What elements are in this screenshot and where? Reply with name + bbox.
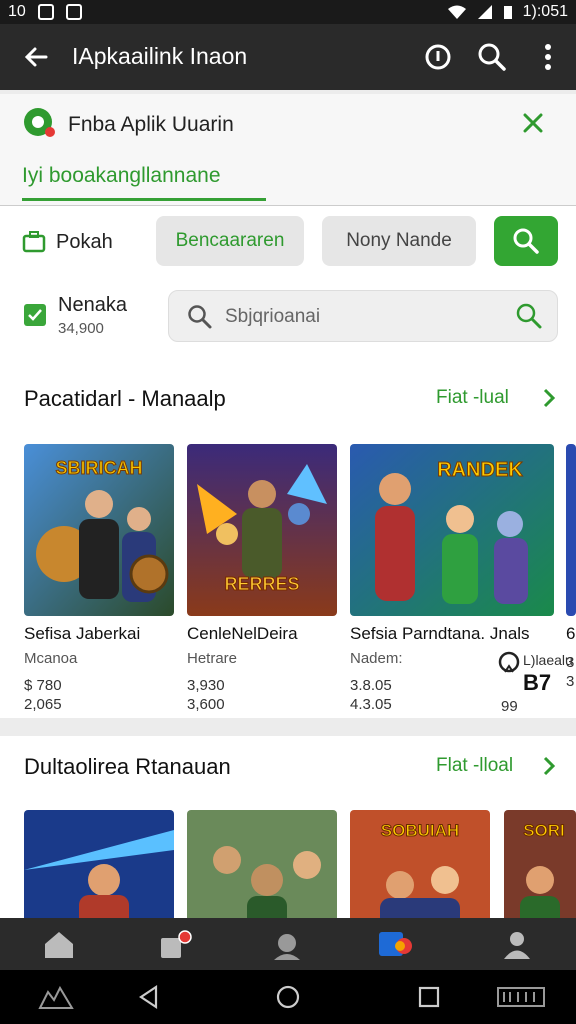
rating-overlay: L)laealu B7 99	[497, 648, 575, 720]
game-developer: Hetrare	[187, 650, 238, 667]
filter-row: Pokah Bencaararen Nony Nande	[0, 216, 576, 268]
filter-chip-1[interactable]: Bencaararen	[156, 216, 304, 266]
game-tile[interactable]: SBIRICAH Sefisa Jaberkai Mcanoa $ 780 2,…	[24, 444, 174, 713]
game-art-text: SORI	[523, 821, 565, 840]
home-circle-icon[interactable]	[275, 984, 301, 1010]
game-thumbnail[interactable]	[187, 810, 337, 918]
game-count: 3,600	[187, 696, 225, 713]
overlay-sub-text: 99	[501, 698, 518, 715]
search-field[interactable]: Sbjqrioanai	[168, 290, 558, 342]
game-art-text: RANDEK	[437, 459, 523, 481]
game-title: Sefsia Parndtana. Jnals	[350, 624, 530, 643]
status-time: 1):051	[522, 3, 568, 20]
game-price: 3	[566, 654, 575, 671]
game-title: CenleNelDeira	[187, 624, 298, 643]
brand-logo-icon	[497, 987, 545, 1007]
back-icon[interactable]	[136, 984, 162, 1010]
photo-icon	[37, 4, 54, 20]
briefcase-icon	[22, 231, 46, 253]
close-icon[interactable]	[520, 110, 546, 136]
checkbox-label: Nenaka	[58, 294, 127, 316]
account-icon[interactable]	[500, 930, 534, 960]
library-icon[interactable]	[378, 930, 412, 960]
notification-icon	[65, 4, 82, 20]
signal-icon	[477, 5, 492, 19]
game-logo-icon	[38, 985, 74, 1009]
game-thumbnail[interactable]: SOBUIAH	[350, 810, 490, 918]
back-arrow-icon[interactable]	[20, 41, 52, 73]
apps-icon[interactable]	[158, 930, 192, 960]
game-developer: Mcanoa	[24, 650, 78, 667]
game-count: 3	[566, 673, 575, 690]
game-tile[interactable]: RERRES CenleNelDeira Hetrare 3,930 3,600	[187, 444, 337, 713]
game-thumbnail: RANDEK	[350, 444, 554, 616]
game-art-text: SBIRICAH	[55, 458, 142, 478]
recents-icon[interactable]	[416, 984, 442, 1010]
banner-card: Fnba Aplik Uuarin Iyi booakangllannane	[0, 94, 576, 206]
game-art-text: SOBUIAH	[381, 821, 459, 840]
app-logo-icon	[24, 108, 55, 137]
search-placeholder: Sbjqrioanai	[225, 306, 321, 327]
section-title: Pacatidarl - Manaalp	[24, 386, 226, 411]
game-count: 2,065	[24, 696, 62, 713]
game-thumbnail	[566, 444, 576, 616]
filter-row-2: Nenaka 34,900 Sbjqrioanai	[0, 288, 576, 342]
info-search-icon[interactable]	[422, 41, 454, 73]
game-art-text: RERRES	[224, 574, 299, 594]
app-bar: IApkaailink Inaon	[0, 24, 576, 90]
overlay-big-text: B7	[523, 670, 552, 695]
section-title: Dultaolirea Rtanauan	[24, 754, 231, 779]
badge-icon	[498, 651, 520, 673]
game-price: $ 780	[24, 677, 62, 694]
game-tile-partial[interactable]: 6 3 3	[566, 444, 576, 690]
app-bar-title: IApkaailink Inaon	[72, 43, 248, 69]
bottom-nav	[0, 918, 576, 970]
search-button[interactable]	[494, 216, 558, 266]
status-left-text: 10	[8, 3, 26, 20]
search-icon[interactable]	[476, 41, 508, 73]
tab-active[interactable]: Iyi booakangllannane	[22, 164, 221, 188]
game-thumbnail: SBIRICAH	[24, 444, 174, 616]
game-title: Sefisa Jaberkai	[24, 624, 141, 643]
search-submit-icon[interactable]	[515, 302, 543, 330]
battery-icon	[503, 6, 512, 19]
category-label: Pokah	[56, 230, 113, 253]
search-icon	[513, 228, 539, 254]
game-thumbnail[interactable]	[24, 810, 174, 918]
check-icon	[28, 309, 42, 321]
tab-indicator	[22, 198, 266, 201]
game-thumbnail: RERRES	[187, 444, 337, 616]
home-icon[interactable]	[42, 930, 76, 960]
checkbox-count: 34,900	[58, 320, 104, 337]
chevron-right-icon[interactable]	[538, 755, 560, 777]
more-vert-icon[interactable]	[532, 41, 564, 73]
section-2: Dultaolirea Rtanauan Flat -lloal SOBUIAH…	[0, 736, 576, 918]
system-nav	[0, 970, 576, 1024]
category-selector[interactable]: Pokah	[22, 230, 113, 254]
see-more-link[interactable]: Flat -lloal	[436, 755, 513, 777]
status-bar: 10 1):051	[0, 0, 576, 24]
main-content: Pokah Bencaararen Nony Nande Nenaka 34,9…	[0, 206, 576, 718]
game-title: 6	[566, 624, 576, 643]
filter-chip-2[interactable]: Nony Nande	[322, 216, 476, 266]
see-more-link[interactable]: Fiat -lual	[436, 387, 509, 409]
chevron-right-icon[interactable]	[538, 387, 560, 409]
profile-circle-icon[interactable]	[270, 930, 304, 960]
game-price: 3,930	[187, 677, 225, 694]
checkbox[interactable]	[24, 304, 46, 326]
wifi-icon	[447, 5, 466, 19]
game-thumbnail[interactable]: SORI	[504, 810, 576, 918]
banner-title: Fnba Aplik Uuarin	[68, 113, 234, 136]
magnifier-icon	[188, 305, 212, 329]
